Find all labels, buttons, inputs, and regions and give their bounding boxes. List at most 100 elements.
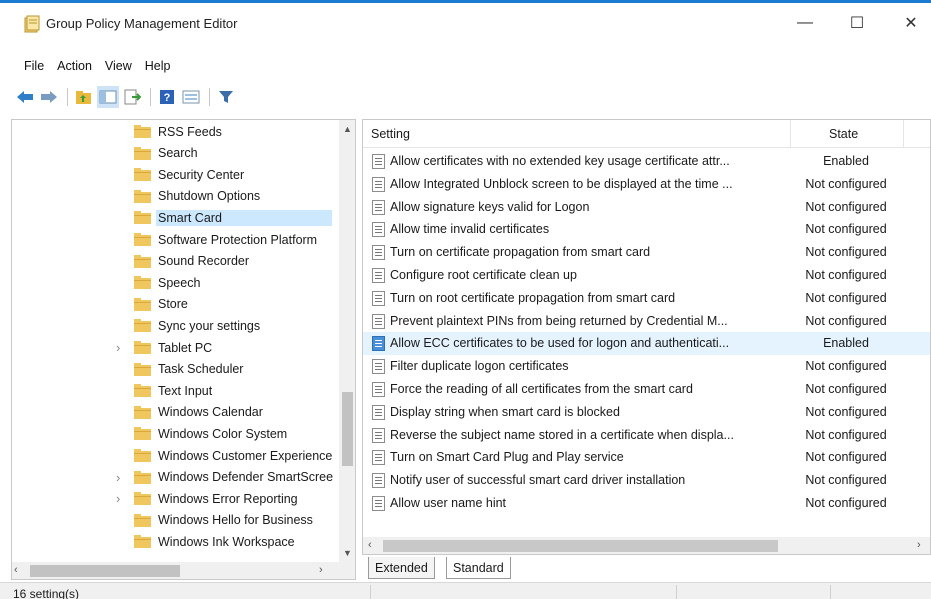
settings-list-pane[interactable]: Setting State Allow certificates with no… bbox=[362, 119, 931, 555]
tree-item[interactable]: Store bbox=[12, 294, 332, 315]
menu-help[interactable]: Help bbox=[141, 59, 180, 73]
setting-name: Prevent plaintext PINs from being return… bbox=[390, 313, 728, 328]
tree-item[interactable]: Text Input bbox=[12, 380, 332, 401]
tree-item[interactable]: Speech bbox=[12, 272, 332, 293]
title-bar[interactable]: Group Policy Management Editor — ☐ ✕ bbox=[0, 3, 931, 45]
tree-item[interactable]: Shutdown Options bbox=[12, 186, 332, 207]
expand-chevron-icon[interactable]: › bbox=[116, 340, 120, 355]
scroll-right-icon[interactable]: › bbox=[319, 564, 323, 576]
back-arrow-icon[interactable] bbox=[14, 86, 36, 108]
help-icon[interactable]: ? bbox=[156, 86, 178, 108]
tab-standard[interactable]: Standard bbox=[446, 557, 511, 579]
menu-action[interactable]: Action bbox=[53, 59, 101, 73]
policy-setting-icon bbox=[372, 268, 385, 283]
close-button[interactable]: ✕ bbox=[888, 3, 931, 43]
setting-name: Allow certificates with no extended key … bbox=[390, 154, 730, 168]
setting-row[interactable]: Display string when smart card is blocke… bbox=[363, 401, 930, 424]
tree-item[interactable]: Software Protection Platform bbox=[12, 229, 332, 250]
setting-row[interactable]: Prevent plaintext PINs from being return… bbox=[363, 310, 930, 333]
properties-icon[interactable] bbox=[180, 86, 202, 108]
tree-item[interactable]: Security Center bbox=[12, 164, 332, 185]
setting-row[interactable]: Turn on Smart Card Plug and Play service… bbox=[363, 446, 930, 469]
tree-item-label: Software Protection Platform bbox=[158, 232, 318, 247]
setting-row[interactable]: Turn on certificate propagation from sma… bbox=[363, 241, 930, 264]
tree-scroll-thumb[interactable] bbox=[342, 392, 353, 466]
tree-item[interactable]: › Tablet PC bbox=[12, 337, 332, 358]
setting-row[interactable]: Allow user name hint Not configured bbox=[363, 492, 930, 515]
setting-row[interactable]: Allow certificates with no extended key … bbox=[363, 150, 930, 173]
folder-icon bbox=[134, 405, 151, 419]
scroll-up-icon[interactable]: ▲ bbox=[339, 120, 355, 137]
list-horizontal-scrollbar[interactable]: ‹ › bbox=[363, 537, 930, 554]
setting-row[interactable]: Allow time invalid certificates Not confi… bbox=[363, 218, 930, 241]
tree-item-label: Sync your settings bbox=[158, 318, 261, 333]
tree-item[interactable]: Windows Calendar bbox=[12, 402, 332, 423]
folder-icon bbox=[134, 449, 151, 462]
tree-item[interactable]: Windows Customer Experience bbox=[12, 445, 332, 466]
column-divider[interactable] bbox=[790, 120, 791, 148]
tree-item-label: Windows Calendar bbox=[158, 405, 263, 420]
menu-view[interactable]: View bbox=[101, 59, 141, 73]
forward-arrow-icon[interactable] bbox=[38, 86, 60, 108]
tree-hscroll-thumb[interactable] bbox=[30, 565, 180, 577]
expand-chevron-icon[interactable]: › bbox=[116, 470, 120, 485]
tree-vertical-scrollbar[interactable]: ▲ ▼ bbox=[339, 120, 355, 562]
tree-item[interactable]: Search bbox=[12, 143, 332, 164]
column-header-setting[interactable]: Setting bbox=[371, 127, 410, 141]
tree-item[interactable]: › Windows Defender SmartScreen bbox=[12, 467, 334, 488]
tree-item[interactable]: Sync your settings bbox=[12, 315, 332, 336]
filter-icon[interactable] bbox=[215, 86, 237, 108]
gpme-app-icon bbox=[24, 15, 40, 33]
policy-setting-icon bbox=[372, 154, 385, 169]
setting-row[interactable]: Reverse the subject name stored in a cer… bbox=[363, 424, 930, 447]
setting-row[interactable]: Allow ECC certificates to be used for lo… bbox=[363, 332, 930, 356]
tree-item[interactable]: Windows Color System bbox=[12, 423, 332, 444]
setting-name: Force the reading of all certificates fr… bbox=[390, 382, 693, 396]
expand-chevron-icon[interactable]: › bbox=[116, 491, 120, 506]
menu-file[interactable]: File bbox=[20, 59, 53, 73]
tab-extended[interactable]: Extended bbox=[368, 557, 435, 579]
setting-row[interactable]: Turn on root certificate propagation fro… bbox=[363, 287, 930, 310]
setting-row[interactable]: Filter duplicate logon certificates Not c… bbox=[363, 355, 930, 378]
tree-item[interactable]: RSS Feeds bbox=[12, 121, 332, 142]
scroll-left-icon[interactable]: ‹ bbox=[14, 564, 18, 576]
tree-item[interactable]: Windows Hello for Business bbox=[12, 510, 332, 531]
up-folder-icon[interactable] bbox=[73, 86, 95, 108]
tree-item[interactable]: Windows Ink Workspace bbox=[12, 531, 332, 552]
status-bar: 16 setting(s) bbox=[0, 582, 931, 599]
export-list-icon[interactable] bbox=[121, 86, 143, 108]
scroll-right-icon[interactable]: › bbox=[917, 539, 921, 551]
setting-row[interactable]: Allow signature keys valid for Logon Not … bbox=[363, 196, 930, 219]
tree-horizontal-scrollbar[interactable]: ‹ › bbox=[12, 562, 355, 579]
folder-icon bbox=[134, 362, 151, 376]
show-hide-tree-icon[interactable] bbox=[97, 86, 119, 108]
toolbar: ? bbox=[14, 84, 239, 110]
toolbar-separator bbox=[67, 88, 68, 106]
tree-item[interactable]: Sound Recorder bbox=[12, 251, 332, 272]
setting-name: Turn on Smart Card Plug and Play service bbox=[390, 450, 624, 465]
policy-setting-icon bbox=[372, 427, 385, 443]
setting-row[interactable]: Allow Integrated Unblock screen to be di… bbox=[363, 173, 930, 196]
setting-state: Not configured bbox=[805, 496, 887, 510]
tree-item[interactable]: › Windows Error Reporting bbox=[12, 488, 332, 509]
setting-row[interactable]: Configure root certificate clean up Not c… bbox=[363, 264, 930, 287]
column-header-state[interactable]: State bbox=[829, 127, 858, 141]
column-divider[interactable] bbox=[903, 120, 904, 148]
scroll-down-icon[interactable]: ▼ bbox=[339, 544, 355, 561]
setting-state: Not configured bbox=[805, 404, 887, 419]
tree-item[interactable]: Smart Card bbox=[12, 207, 332, 228]
tree-item[interactable]: Task Scheduler bbox=[12, 359, 332, 380]
setting-state: Not configured bbox=[805, 176, 887, 191]
policy-setting-icon bbox=[372, 496, 385, 511]
policy-setting-icon bbox=[372, 199, 385, 215]
tree-item-label: RSS Feeds bbox=[158, 124, 222, 139]
setting-row[interactable]: Force the reading of all certificates fr… bbox=[363, 378, 930, 401]
minimize-button[interactable]: — bbox=[782, 3, 828, 43]
setting-state: Not configured bbox=[805, 473, 887, 488]
maximize-button[interactable]: ☐ bbox=[834, 3, 880, 43]
setting-row[interactable]: Notify user of successful smart card dri… bbox=[363, 469, 930, 492]
scroll-left-icon[interactable]: ‹ bbox=[368, 539, 372, 551]
tree-item-label: Windows Hello for Business bbox=[158, 513, 313, 528]
policy-tree-pane[interactable]: RSS Feeds Search Security Center Shutdown O… bbox=[11, 119, 356, 580]
list-hscroll-thumb[interactable] bbox=[383, 540, 778, 552]
